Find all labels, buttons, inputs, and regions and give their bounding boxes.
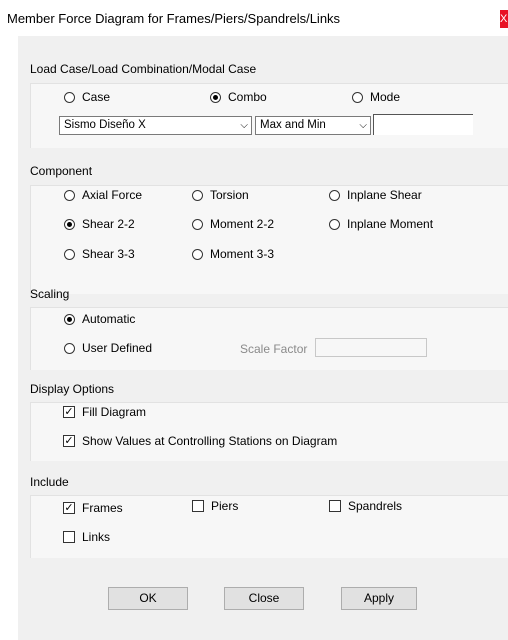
- envelope-value: Max and Min: [260, 119, 326, 131]
- radio-inplane-shear[interactable]: Inplane Shear: [329, 187, 422, 203]
- radio-axial-force-mark: [64, 189, 75, 201]
- checkbox-spandrels[interactable]: Spandrels: [329, 498, 402, 514]
- radio-moment-3-3-mark: [192, 248, 203, 260]
- radio-shear-2-2-label: Shear 2-2: [82, 217, 135, 231]
- title-bar: Member Force Diagram for Frames/Piers/Sp…: [0, 0, 508, 34]
- dialog-client-area: Load Case/Load Combination/Modal Case Ca…: [18, 36, 508, 640]
- radio-user-defined[interactable]: User Defined: [64, 340, 152, 356]
- scale-factor-input[interactable]: [315, 338, 427, 357]
- component-group-label: Component: [30, 164, 93, 178]
- envelope-dropdown[interactable]: Max and Min ⌵: [255, 116, 371, 135]
- radio-torsion[interactable]: Torsion: [192, 187, 249, 203]
- radio-inplane-moment-label: Inplane Moment: [347, 217, 434, 231]
- checkbox-spandrels-box: [329, 500, 341, 512]
- radio-mode-label: Mode: [370, 90, 401, 104]
- radio-axial-force[interactable]: Axial Force: [64, 187, 142, 203]
- checkbox-frames[interactable]: ✓ Frames: [63, 500, 123, 516]
- radio-shear-3-3[interactable]: Shear 3-3: [64, 246, 135, 262]
- checkbox-links-box: [63, 531, 75, 543]
- radio-torsion-label: Torsion: [210, 188, 249, 202]
- checkbox-show-values-label: Show Values at Controlling Stations on D…: [82, 434, 338, 448]
- combo-name-value: Sismo Diseño X: [64, 119, 146, 131]
- radio-case[interactable]: Case: [64, 89, 110, 105]
- radio-moment-2-2-label: Moment 2-2: [210, 217, 275, 231]
- checkbox-piers[interactable]: Piers: [192, 498, 238, 514]
- radio-moment-3-3-label: Moment 3-3: [210, 247, 275, 261]
- radio-automatic-label: Automatic: [82, 312, 136, 326]
- load-case-extra-field[interactable]: [373, 114, 473, 135]
- checkbox-frames-label: Frames: [82, 501, 123, 515]
- radio-user-defined-mark: [64, 342, 75, 354]
- radio-moment-2-2[interactable]: Moment 2-2: [192, 216, 274, 232]
- close-button[interactable]: Close: [224, 587, 304, 610]
- radio-combo-mark: [210, 91, 221, 103]
- radio-inplane-moment[interactable]: Inplane Moment: [329, 216, 433, 232]
- radio-mode[interactable]: Mode: [352, 89, 400, 105]
- radio-inplane-shear-label: Inplane Shear: [347, 188, 422, 202]
- radio-axial-force-label: Axial Force: [82, 188, 143, 202]
- radio-shear-2-2-mark: [64, 218, 75, 230]
- chevron-down-icon: ⌵: [240, 120, 248, 131]
- combo-name-dropdown[interactable]: Sismo Diseño X ⌵: [59, 116, 252, 135]
- window-close-button[interactable]: X: [500, 10, 508, 28]
- radio-shear-3-3-mark: [64, 248, 75, 260]
- checkbox-show-values[interactable]: ✓ Show Values at Controlling Stations on…: [63, 433, 337, 449]
- checkbox-show-values-box: ✓: [63, 435, 75, 447]
- window-title: Member Force Diagram for Frames/Piers/Sp…: [7, 11, 341, 26]
- checkbox-fill-diagram-label: Fill Diagram: [82, 405, 147, 419]
- radio-shear-3-3-label: Shear 3-3: [82, 247, 135, 261]
- radio-moment-3-3[interactable]: Moment 3-3: [192, 246, 274, 262]
- include-group-label: Include: [30, 475, 69, 489]
- radio-combo-label: Combo: [228, 90, 267, 104]
- radio-shear-2-2[interactable]: Shear 2-2: [64, 216, 135, 232]
- checkbox-frames-box: ✓: [63, 502, 75, 514]
- load-case-group-label: Load Case/Load Combination/Modal Case: [30, 62, 257, 76]
- radio-automatic[interactable]: Automatic: [64, 311, 135, 327]
- radio-inplane-shear-mark: [329, 189, 340, 201]
- checkbox-links[interactable]: Links: [63, 529, 110, 545]
- radio-torsion-mark: [192, 189, 203, 201]
- scale-factor-label: Scale Factor: [240, 342, 308, 356]
- radio-case-label: Case: [82, 90, 111, 104]
- checkbox-piers-label: Piers: [211, 499, 239, 513]
- radio-moment-2-2-mark: [192, 218, 203, 230]
- display-options-group-label: Display Options: [30, 382, 115, 396]
- radio-combo[interactable]: Combo: [210, 89, 267, 105]
- checkbox-spandrels-label: Spandrels: [348, 499, 403, 513]
- checkbox-fill-diagram[interactable]: ✓ Fill Diagram: [63, 404, 146, 420]
- checkbox-piers-box: [192, 500, 204, 512]
- scaling-group-label: Scaling: [30, 287, 70, 301]
- radio-inplane-moment-mark: [329, 218, 340, 230]
- chevron-down-icon: ⌵: [359, 120, 367, 131]
- radio-user-defined-label: User Defined: [82, 341, 153, 355]
- radio-automatic-mark: [64, 313, 75, 325]
- ok-button[interactable]: OK: [108, 587, 188, 610]
- apply-button[interactable]: Apply: [341, 587, 417, 610]
- checkbox-links-label: Links: [82, 530, 111, 544]
- radio-case-mark: [64, 91, 75, 103]
- checkbox-fill-diagram-box: ✓: [63, 406, 75, 418]
- radio-mode-mark: [352, 91, 363, 103]
